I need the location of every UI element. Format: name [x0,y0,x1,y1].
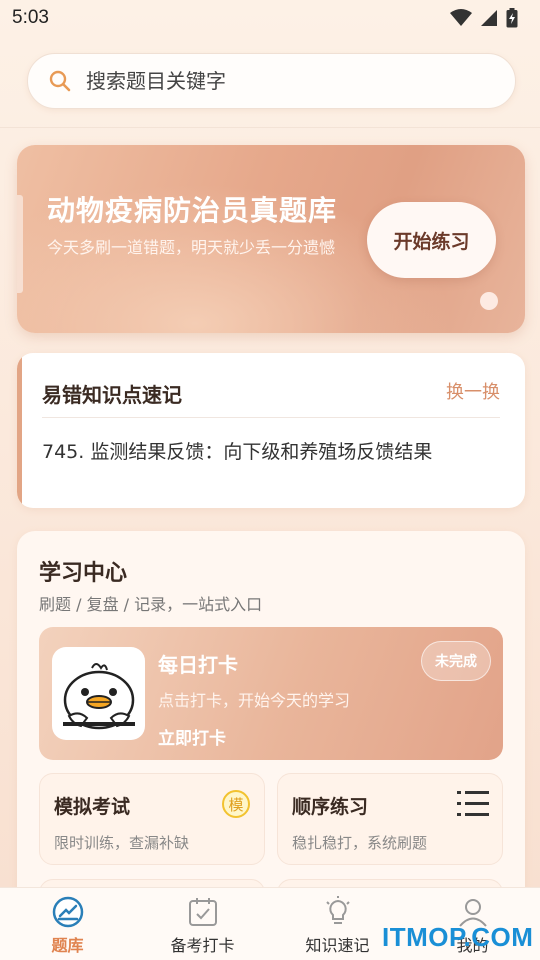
bulb-icon [325,896,350,924]
study-center-subtitle: 刷题 / 复盘 / 记录，一站式入口 [39,595,263,614]
daily-checkin-card[interactable]: 每日打卡 点击打卡，开始今天的学习 立即打卡 未完成 [39,627,503,760]
mock-exam-icon: 模 [222,790,250,818]
battery-icon [506,8,518,28]
knowledge-card-title: 易错知识点速记 [42,383,182,407]
status-bar: 5:03 [0,0,540,36]
header-divider [0,127,540,128]
study-center-title: 学习中心 [39,561,128,586]
tile-title: 模拟考试 [54,796,131,818]
switch-button[interactable]: 换一换 [446,378,500,404]
status-time: 5:03 [12,7,49,28]
knowledge-card: 易错知识点速记 换一换 745. 监测结果反馈：向下级和养殖场反馈结果 [17,353,525,508]
daily-checkin-title: 每日打卡 [158,653,238,677]
wifi-icon [450,9,472,26]
duck-mascot-icon [52,647,145,740]
study-center: 学习中心 刷题 / 复盘 / 记录，一站式入口 每日打卡 点击打卡，开始今天的学… [17,531,525,911]
banner-edge-indicator [17,195,23,293]
site-watermark: ITMOP.COM [382,922,534,952]
signal-icon [481,10,497,26]
status-icons [450,8,518,28]
daily-checkin-subtitle: 点击打卡，开始今天的学习 [158,691,351,710]
search-input[interactable] [86,69,466,93]
search-icon [49,70,71,92]
status-badge: 未完成 [421,641,491,681]
tab-label: 备考打卡 [170,936,235,955]
start-practice-button[interactable]: 开始练习 [367,202,496,278]
tile-subtitle: 稳扎稳打，系统刷题 [292,834,428,852]
list-icon [457,791,489,816]
hero-banner: 动物疫病防治员真题库 今天多刷一道错题，明天就少丢一分遗憾 开始练习 [17,145,525,333]
banner-subtitle: 今天多刷一道错题，明天就少丢一分遗憾 [47,238,336,257]
banner-page-dot [480,292,498,310]
search-bar[interactable] [27,53,516,109]
banner-title: 动物疫病防治员真题库 [47,194,338,227]
svg-text:模: 模 [228,796,243,814]
tile-title: 顺序练习 [292,796,369,818]
tab-checkin[interactable]: 备考打卡 [135,888,270,960]
tab-label: 知识速记 [305,936,370,955]
question-bank-icon [52,896,83,928]
card-divider [42,417,500,418]
tile-subtitle: 限时训练，查漏补缺 [54,834,190,852]
tab-label: 题库 [51,936,84,955]
tab-question-bank[interactable]: 题库 [0,888,135,960]
knowledge-item: 745. 监测结果反馈：向下级和养殖场反馈结果 [42,441,433,463]
sequential-practice-tile[interactable]: 顺序练习 稳扎稳打，系统刷题 [277,773,503,865]
mock-exam-tile[interactable]: 模拟考试 限时训练，查漏补缺 模 [39,773,265,865]
card-accent-bar [17,353,22,508]
checkin-now-link[interactable]: 立即打卡 [158,724,226,749]
calendar-check-icon [188,898,217,926]
